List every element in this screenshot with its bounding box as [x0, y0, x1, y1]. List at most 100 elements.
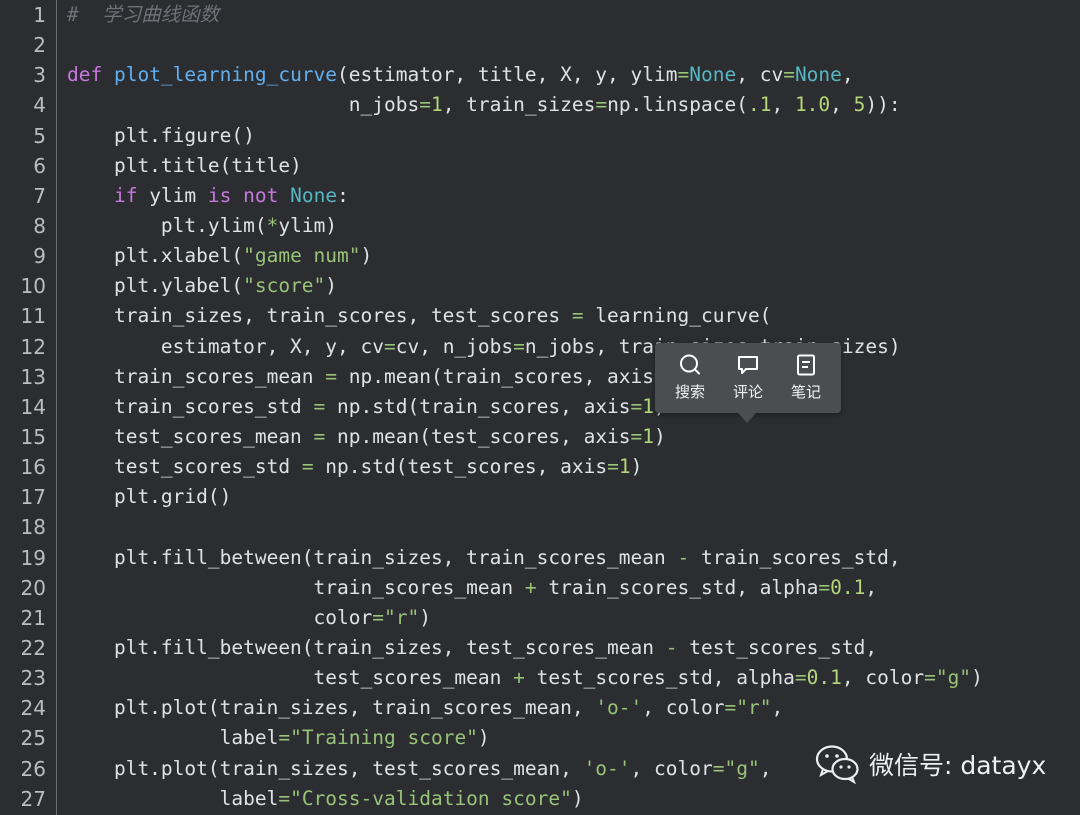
code-token: np.mean(train_scores, axis: [337, 364, 655, 388]
code-line: 21 color="r"): [0, 603, 1080, 633]
code-token: ,: [771, 696, 784, 720]
code-token: cv, n_jobs: [395, 334, 514, 358]
code-token: np.std(train_scores, axis: [325, 394, 631, 418]
code-text[interactable]: plt.title(title): [67, 151, 302, 181]
code-token: "r": [736, 696, 772, 720]
code-token: "Training score": [290, 726, 478, 750]
code-text[interactable]: plt.xlabel("game num"): [67, 241, 372, 271]
code-token: label: [67, 726, 279, 750]
line-number: 16: [20, 455, 46, 480]
code-text[interactable]: plt.ylabel("score"): [67, 271, 337, 301]
code-token: color: [67, 605, 373, 629]
code-text[interactable]: test_scores_mean = np.mean(test_scores, …: [67, 422, 666, 452]
code-token: np.mean(test_scores, axis: [325, 424, 631, 448]
code-token: , color: [642, 696, 725, 720]
code-token: np.linspace(: [607, 93, 748, 117]
code-token: train_scores_mean: [67, 364, 326, 388]
code-text[interactable]: plt.plot(train_sizes, test_scores_mean, …: [67, 754, 772, 784]
line-number: 15: [20, 424, 46, 449]
comment-button[interactable]: 评论: [718, 353, 778, 405]
code-text[interactable]: plt.grid(): [67, 482, 231, 512]
code-token: np.std(test_scores, axis: [313, 455, 608, 479]
code-token: =: [278, 726, 291, 750]
code-text[interactable]: # 学习曲线函数: [67, 0, 219, 30]
note-button[interactable]: 笔记: [776, 353, 836, 405]
code-token: test_scores_mean: [67, 424, 314, 448]
code-text[interactable]: label="Training score"): [67, 723, 490, 753]
code-text[interactable]: train_sizes, train_scores, test_scores =…: [67, 301, 771, 331]
code-token: estimator, X, y, cv: [67, 334, 384, 358]
code-text[interactable]: n_jobs=1, train_sizes=np.linspace(.1, 1.…: [67, 90, 901, 120]
code-token: )):: [865, 93, 901, 117]
code-text[interactable]: if ylim is not None:: [67, 181, 349, 211]
code-token: ,: [830, 93, 854, 117]
note-icon: [797, 354, 815, 376]
line-number: 7: [33, 183, 46, 208]
code-token: plt.figure(): [67, 123, 255, 147]
code-token: =: [595, 93, 608, 117]
code-token: ): [360, 244, 373, 268]
code-token: 'o-': [583, 756, 631, 780]
code-token: , cv: [736, 63, 784, 87]
code-editor[interactable]: 1 # 学习曲线函数 2 3 def plot_learning_curve(estim…: [0, 0, 1080, 815]
code-token: "g": [935, 666, 972, 690]
code-text[interactable]: test_scores_std = np.std(test_scores, ax…: [67, 452, 642, 482]
code-line: 2: [0, 30, 1080, 60]
code-token: =: [325, 364, 338, 388]
code-token: =: [607, 455, 619, 479]
line-number: 26: [20, 756, 46, 781]
code-token: :: [337, 183, 349, 207]
code-text[interactable]: test_scores_mean + test_scores_std, alph…: [67, 663, 983, 693]
code-token: test_scores_std,: [677, 635, 878, 659]
code-text[interactable]: train_scores_mean = np.mean(train_scores…: [67, 362, 689, 392]
code-token: , color: [841, 666, 925, 690]
code-token: train_sizes, train_scores, test_scores: [67, 304, 572, 328]
code-text[interactable]: plt.ylim(*ylim): [67, 211, 337, 241]
code-text[interactable]: train_scores_std = np.std(train_scores, …: [67, 392, 666, 422]
code-line: 6 plt.title(title): [0, 151, 1080, 181]
code-token: plt.plot(train_sizes, test_scores_mean,: [67, 756, 584, 780]
code-token: =: [630, 394, 643, 418]
code-token: ylim: [137, 183, 208, 207]
code-token: +: [513, 666, 525, 690]
line-number: 3: [33, 63, 46, 88]
search-button[interactable]: 搜索: [660, 353, 720, 405]
line-number: 1: [33, 3, 46, 27]
code-token: is not: [207, 183, 279, 207]
line-number: 4: [33, 93, 46, 118]
code-token: plt.title(title): [67, 153, 302, 177]
code-text[interactable]: train_scores_mean + train_scores_std, al…: [67, 573, 878, 603]
code-line: 23 test_scores_mean + test_scores_std, a…: [0, 663, 1080, 693]
line-number: 12: [20, 334, 46, 359]
code-line: 3 def plot_learning_curve(estimator, titl…: [0, 60, 1080, 90]
line-number: 19: [20, 545, 46, 570]
code-token: -: [665, 635, 678, 659]
code-text[interactable]: plt.plot(train_sizes, train_scores_mean,…: [67, 693, 783, 723]
code-text[interactable]: def plot_learning_curve(estimator, title…: [67, 60, 854, 90]
code-token: ): [971, 666, 983, 690]
code-token: train_scores_std, alpha: [536, 575, 819, 599]
code-token: plt.plot(train_sizes, train_scores_mean,: [67, 696, 596, 720]
wechat-icon: [815, 745, 859, 784]
line-number: 9: [33, 244, 46, 269]
code-token: learning_curve(: [583, 304, 772, 328]
code-text[interactable]: label="Cross-validation score"): [67, 784, 584, 814]
code-token: if: [113, 183, 138, 207]
code-text[interactable]: plt.fill_between(train_sizes, train_scor…: [67, 543, 901, 573]
code-token: "r": [384, 605, 420, 629]
code-token: plt.ylabel(: [67, 274, 244, 298]
code-token: ): [630, 455, 643, 479]
code-text[interactable]: plt.fill_between(train_sizes, test_score…: [67, 633, 877, 663]
code-token: n_jobs: [67, 93, 420, 117]
code-text[interactable]: plt.figure(): [67, 121, 255, 151]
code-line: 16 test_scores_std = np.std(test_scores,…: [0, 452, 1080, 482]
code-token: plt.fill_between(train_sizes, test_score…: [67, 635, 666, 659]
code-token: ): [654, 424, 666, 448]
code-text[interactable]: color="r"): [67, 603, 431, 633]
line-number: 27: [20, 786, 46, 811]
code-token: None: [689, 63, 737, 87]
code-line: 4 n_jobs=1, train_sizes=np.linspace(.1, …: [0, 90, 1080, 120]
code-token: plt.grid(): [67, 485, 232, 509]
code-token: def: [67, 63, 114, 87]
